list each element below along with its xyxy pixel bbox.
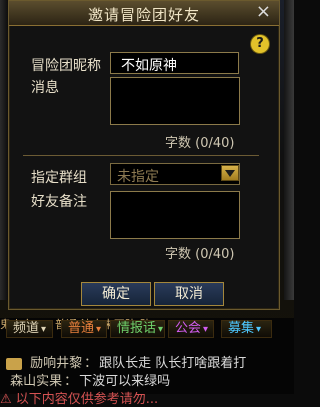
- close-icon[interactable]: ×: [256, 1, 271, 22]
- tab-info[interactable]: 情报话 ▾: [110, 320, 165, 338]
- chat-panel: 鬼火之刃：普通:流水未再队-助 频道▾ 普通▾ 情报话▾ 公会▾ 募集▾ 励响井…: [0, 318, 294, 407]
- chevron-down-icon: ▾: [96, 324, 102, 335]
- chat-message-partial: ⚠ 以下内容仅供参考请勿...: [0, 392, 159, 407]
- tab-general-label: 普通: [68, 321, 95, 336]
- tab-channel[interactable]: 频道 ▾: [6, 320, 53, 338]
- chevron-down-icon: ▾: [256, 324, 262, 335]
- chat-text: 下波可以来绿吗: [79, 374, 171, 389]
- dialog-title: 邀请冒险团好友: [87, 6, 200, 24]
- message-textarea[interactable]: [110, 77, 240, 125]
- tab-channel-label: 频道: [13, 321, 40, 336]
- tab-guild-label: 公会: [175, 321, 202, 336]
- help-icon[interactable]: ?: [251, 35, 269, 53]
- chevron-down-icon: ▾: [158, 324, 164, 335]
- right-scene-strip: [284, 0, 294, 300]
- confirm-button[interactable]: 确定: [81, 282, 151, 306]
- section-divider: [23, 155, 259, 156]
- chat-message: 励响井黎：跟队长走 队长打啥跟着打: [0, 352, 294, 371]
- chevron-down-icon: ▾: [203, 324, 209, 335]
- friend-note-label: 好友备注: [31, 194, 87, 210]
- chevron-down-icon: ▾: [41, 324, 47, 335]
- chevron-down-icon[interactable]: [221, 165, 239, 181]
- chat-text: 跟队长走 队长打啥跟着打: [99, 356, 247, 371]
- voice-icon: [6, 357, 22, 370]
- left-scene-strip: [0, 0, 8, 300]
- tab-recruit-label: 募集: [228, 321, 255, 336]
- dialog-titlebar: 邀请冒险团好友 ×: [9, 1, 279, 26]
- chat-separator: ：: [64, 374, 78, 389]
- nickname-value: 不如原神: [121, 58, 177, 74]
- friend-note-char-counter: 字数 (0/40): [165, 247, 235, 262]
- tab-general[interactable]: 普通 ▾: [61, 320, 107, 338]
- invite-friend-dialog: 邀请冒险团好友 × ? 冒险团昵称 不如原神 消息 字数 (0/40) 指定群组…: [8, 0, 280, 310]
- group-label: 指定群组: [31, 170, 87, 186]
- chat-sender-name[interactable]: 励响井黎: [30, 356, 82, 371]
- tab-guild[interactable]: 公会 ▾: [168, 320, 214, 338]
- nickname-field[interactable]: 不如原神: [110, 52, 239, 74]
- chat-sender-name[interactable]: 森山实果: [10, 374, 62, 389]
- chat-message: 森山实果：下波可以来绿吗: [0, 370, 294, 389]
- tab-info-label: 情报话: [117, 321, 157, 336]
- message-label: 消息: [31, 80, 59, 96]
- message-char-counter: 字数 (0/40): [165, 136, 235, 151]
- tab-recruit[interactable]: 募集 ▾: [221, 320, 272, 338]
- chat-separator: ：: [84, 356, 98, 371]
- friend-note-textarea[interactable]: [110, 191, 240, 239]
- nickname-label: 冒险团昵称: [31, 58, 101, 74]
- chat-tabs: 频道 ▾ 普通 ▾ 情报话 ▾ 公会 ▾ 募集 ▾: [0, 318, 294, 340]
- cancel-button[interactable]: 取消: [154, 282, 224, 306]
- group-select-value: 未指定: [117, 169, 159, 185]
